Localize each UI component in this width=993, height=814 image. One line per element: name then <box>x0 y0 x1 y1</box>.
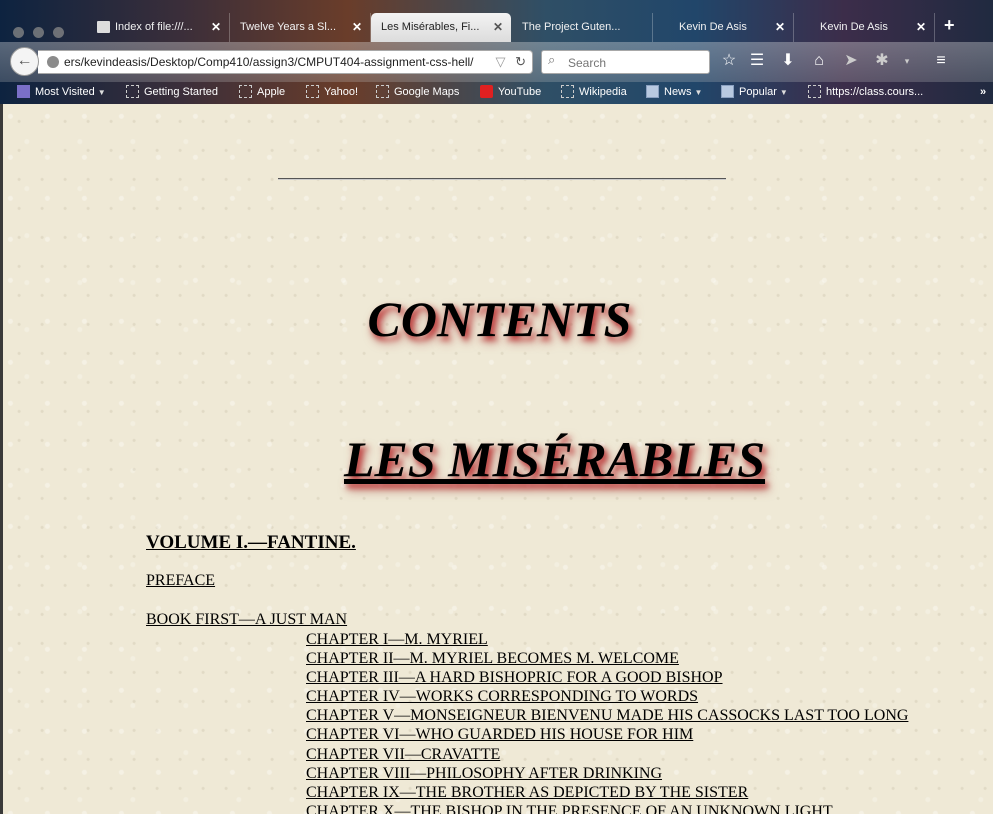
folder-icon <box>721 85 734 98</box>
tab-label: Kevin De Asis <box>820 21 888 33</box>
send-icon[interactable]: ➤ <box>840 50 862 72</box>
bookmark-label: YouTube <box>498 86 542 98</box>
tab-label: Kevin De Asis <box>679 21 747 33</box>
bookmark-label: Most Visited <box>35 86 95 98</box>
tab-strip: Index of file:///... ✕ Twelve Years a Sl… <box>0 11 993 42</box>
bookmarks-overflow-icon[interactable]: » <box>980 82 986 102</box>
menu-icon[interactable]: ≡ <box>930 50 952 72</box>
tab-les-miserables[interactable]: Les Misérables, Fi... ✕ <box>371 13 511 42</box>
minimize-window-button[interactable] <box>33 27 44 38</box>
page-icon <box>306 85 319 98</box>
page-icon <box>97 21 110 33</box>
close-tab-icon[interactable]: ✕ <box>916 13 926 42</box>
volume-link[interactable]: VOLUME I.—FANTINE. <box>146 532 356 554</box>
bookmark-label: News <box>664 86 692 98</box>
bookmark-most-visited[interactable]: Most Visited ▼ <box>17 82 106 103</box>
chapter-link[interactable]: CHAPTER VIII—PHILOSOPHY AFTER DRINKING <box>306 764 908 783</box>
chapter-link[interactable]: CHAPTER X—THE BISHOP IN THE PRESENCE OF … <box>306 802 908 814</box>
extension-dropdown-icon[interactable]: ▾ <box>896 50 918 72</box>
page-icon <box>239 85 252 98</box>
new-tab-button[interactable]: + <box>944 15 955 36</box>
chevron-down-icon: ▼ <box>97 88 106 97</box>
tab-kevin-de-asis-1[interactable]: Kevin De Asis ✕ <box>653 13 794 42</box>
contents-heading-text: CONTENTS <box>367 291 632 347</box>
globe-icon <box>47 56 59 68</box>
page-content: CONTENTS LES MISÉRABLES VOLUME I.—FANTIN… <box>3 104 993 814</box>
preface-link[interactable]: PREFACE <box>146 572 215 590</box>
bookmark-youtube[interactable]: YouTube <box>480 82 541 102</box>
search-box[interactable]: ⌕ <box>541 50 710 74</box>
chapter-link[interactable]: CHAPTER I—M. MYRIEL <box>306 630 908 649</box>
bookmark-label: Yahoo! <box>324 86 359 98</box>
tab-label: Les Misérables, Fi... <box>381 21 480 33</box>
close-tab-icon[interactable]: ✕ <box>493 13 503 42</box>
bookmark-folder-popular[interactable]: Popular ▼ <box>721 82 788 103</box>
tab-label: Index of file:///... <box>115 21 193 33</box>
back-arrow-icon: ← <box>16 52 33 69</box>
bookmark-label: Getting Started <box>144 86 218 98</box>
bookmark-label: Popular <box>739 86 777 98</box>
bookmark-class-coursera[interactable]: https://class.cours... <box>808 82 923 102</box>
chapter-link[interactable]: CHAPTER VII—CRAVATTE <box>306 745 908 764</box>
page-icon <box>561 85 574 98</box>
chevron-down-icon: ▼ <box>694 88 703 97</box>
url-text: ers/kevindeasis/Desktop/Comp410/assign3/… <box>64 55 474 69</box>
bookmark-label: https://class.cours... <box>826 86 924 98</box>
tab-label: Twelve Years a Sl... <box>240 21 336 33</box>
chapter-link[interactable]: CHAPTER VI—WHO GUARDED HIS HOUSE FOR HIM <box>306 725 908 744</box>
chapter-link[interactable]: CHAPTER IV—WORKS CORRESPONDING TO WORDS <box>306 687 908 706</box>
book-title-link[interactable]: LES MISÉRABLES <box>344 430 765 488</box>
close-tab-icon[interactable]: ✕ <box>352 13 362 42</box>
home-icon[interactable]: ⌂ <box>808 50 830 72</box>
chapter-link[interactable]: CHAPTER III—A HARD BISHOPRIC FOR A GOOD … <box>306 668 908 687</box>
page-icon <box>808 85 821 98</box>
most-visited-icon <box>17 85 30 98</box>
reading-list-icon[interactable]: ☰ <box>746 50 768 72</box>
chapter-link[interactable]: CHAPTER V—MONSEIGNEUR BIENVENU MADE HIS … <box>306 706 908 725</box>
page-icon <box>376 85 389 98</box>
chapter-list: CHAPTER I—M. MYRIEL CHAPTER II—M. MYRIEL… <box>306 630 908 814</box>
extension-icon[interactable]: ✱ <box>871 50 893 72</box>
horizontal-rule <box>278 178 726 180</box>
tab-index[interactable]: Index of file:///... ✕ <box>89 13 230 42</box>
bookmark-label: Google Maps <box>394 86 460 98</box>
back-button[interactable]: ← <box>10 47 39 76</box>
maximize-window-button[interactable] <box>53 27 64 38</box>
browser-chrome: Index of file:///... ✕ Twelve Years a Sl… <box>0 0 993 104</box>
bookmark-label: Apple <box>257 86 286 98</box>
youtube-icon <box>480 85 493 98</box>
close-tab-icon[interactable]: ✕ <box>775 13 785 42</box>
navigation-toolbar: ers/kevindeasis/Desktop/Comp410/assign3/… <box>0 42 993 82</box>
bookmark-yahoo[interactable]: Yahoo! <box>306 82 358 102</box>
chapter-link[interactable]: CHAPTER IX—THE BROTHER AS DEPICTED BY TH… <box>306 783 908 802</box>
contents-heading: CONTENTS <box>3 290 993 348</box>
tab-label: The Project Guten... <box>522 21 621 33</box>
download-icon[interactable]: ⬇ <box>777 50 799 72</box>
page-icon <box>126 85 139 98</box>
url-bar-icons: ▽ ↻ <box>495 51 526 73</box>
dropdown-arrow-icon[interactable]: ▽ <box>495 54 505 69</box>
search-input[interactable] <box>566 53 708 73</box>
bookmark-wikipedia[interactable]: Wikipedia <box>561 82 627 102</box>
folder-icon <box>646 85 659 98</box>
reload-icon[interactable]: ↻ <box>515 54 526 69</box>
chevron-down-icon: ▼ <box>779 88 788 97</box>
bookmark-getting-started[interactable]: Getting Started <box>126 82 218 102</box>
bookmark-apple[interactable]: Apple <box>239 82 285 102</box>
bookmark-google-maps[interactable]: Google Maps <box>376 82 459 102</box>
tab-project-gutenberg[interactable]: The Project Guten... <box>512 13 653 42</box>
bookmarks-toolbar: Most Visited ▼ Getting Started Apple Yaho… <box>0 82 993 102</box>
bookmark-folder-news[interactable]: News ▼ <box>646 82 702 103</box>
close-tab-icon[interactable]: ✕ <box>211 13 221 42</box>
close-window-button[interactable] <box>13 27 24 38</box>
tab-kevin-de-asis-2[interactable]: Kevin De Asis ✕ <box>794 13 935 42</box>
bookmark-star-icon[interactable]: ☆ <box>718 50 740 72</box>
chapter-link[interactable]: CHAPTER II—M. MYRIEL BECOMES M. WELCOME <box>306 649 908 668</box>
search-icon: ⌕ <box>548 52 556 67</box>
bookmark-label: Wikipedia <box>579 86 627 98</box>
book-link[interactable]: BOOK FIRST—A JUST MAN <box>146 611 347 629</box>
tab-twelve-years[interactable]: Twelve Years a Sl... ✕ <box>230 13 371 42</box>
url-bar[interactable]: ers/kevindeasis/Desktop/Comp410/assign3/… <box>38 50 533 74</box>
